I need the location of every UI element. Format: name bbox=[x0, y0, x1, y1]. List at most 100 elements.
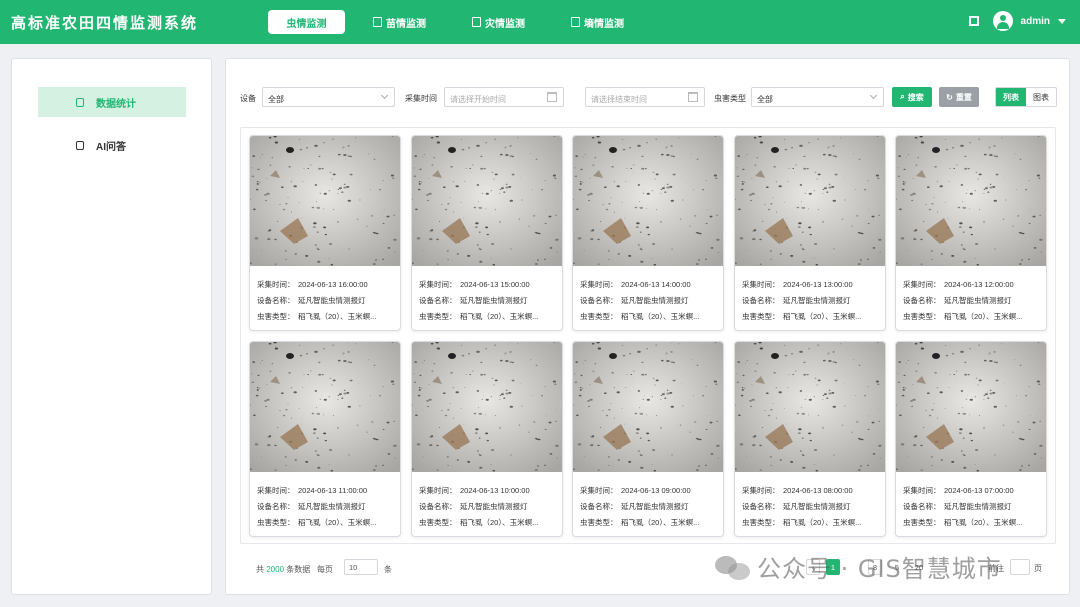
sidebar-item-ai-qa[interactable]: AI问答 bbox=[38, 130, 186, 160]
device-name-label: 设备名称： bbox=[580, 502, 618, 511]
pest-type-select[interactable]: 全部 bbox=[751, 87, 884, 107]
trap-photo[interactable] bbox=[896, 136, 1046, 266]
view-chart-button[interactable]: 图表 bbox=[1026, 88, 1056, 106]
tab-disaster-monitoring[interactable]: 灾情监测 bbox=[454, 10, 543, 34]
tab-label: 苗情监测 bbox=[386, 18, 426, 30]
trap-image-card[interactable]: 采集时间： 2024-06-13 16:00:00 设备名称： 延凡智能虫情测报灯虫害… bbox=[249, 135, 401, 331]
collect-time-row: 采集时间： 2024-06-13 12:00:00 bbox=[903, 277, 1022, 293]
goto-suffix: 页 bbox=[1034, 564, 1042, 573]
trap-photo[interactable] bbox=[735, 136, 885, 266]
tab-pest-monitoring[interactable]: 虫情监测 bbox=[268, 10, 345, 34]
trap-image-card[interactable]: 采集时间： 2024-06-13 14:00:00 设备名称： 延凡智能虫情测报灯 虫害… bbox=[572, 135, 724, 331]
per-page-suffix: 条 bbox=[384, 565, 392, 574]
collect-time-row: 采集时间： 2024-06-13 10:00:00 bbox=[419, 483, 538, 499]
collect-time-value: 2024-06-13 10:00:00 bbox=[460, 486, 530, 495]
trap-image-card[interactable]: 采集时间： 2024-06-13 08:00:00 设备名称： 延凡智能虫情测报灯 虫害… bbox=[734, 341, 886, 537]
collect-time-row: 采集时间： 2024-06-13 15:00:00 bbox=[419, 277, 538, 293]
trap-image-card[interactable]: 采集时间： 2024-06-13 09:00:00 设备名称： 延凡智能虫情测报灯 虫害… bbox=[572, 341, 724, 537]
image-card-grid: 采集时间： 2024-06-13 16:00:00 设备名称： 延凡智能虫情测报灯 虫害… bbox=[240, 127, 1056, 544]
collect-time-label: 采集时间： bbox=[257, 280, 295, 289]
per-page-label: 每页 bbox=[316, 565, 333, 574]
pest-type-value: 全部 bbox=[757, 95, 773, 104]
pest-type-value: 稻飞虱（20）、玉米螟... bbox=[298, 312, 377, 321]
tab-label: 墒情监测 bbox=[584, 18, 624, 30]
trap-photo[interactable] bbox=[735, 342, 885, 472]
device-name-value: 延凡智能虫情测报灯 bbox=[783, 296, 851, 305]
total-count: 共 2000 条数据 每页 bbox=[256, 564, 333, 575]
fullscreen-icon[interactable] bbox=[968, 16, 979, 26]
pest-type-row: 虫害类型： 稻飞虱（20）、玉米螟... bbox=[580, 309, 699, 325]
collect-time-value: 2024-06-13 14:00:00 bbox=[621, 280, 691, 289]
collect-time-label: 采集时间： bbox=[742, 280, 780, 289]
pest-type-value: 稻飞虱（20）、玉米螟... bbox=[944, 518, 1023, 527]
collect-time-row: 采集时间： 2024-06-13 16:00:00 bbox=[257, 277, 376, 293]
pest-type-label: 虫害类型： bbox=[419, 518, 457, 527]
pest-type-label: 虫害类型： bbox=[742, 518, 780, 527]
pest-type-label: 虫害类型： bbox=[580, 518, 618, 527]
trap-photo[interactable] bbox=[573, 342, 723, 472]
goto-page-input[interactable] bbox=[1010, 559, 1030, 575]
end-time-input[interactable]: 请选择结束时间 bbox=[585, 87, 705, 107]
collect-time-label: 采集时间： bbox=[580, 280, 618, 289]
device-name-label: 设备名称： bbox=[419, 502, 457, 511]
collect-time-value: 2024-06-13 08:00:00 bbox=[783, 486, 853, 495]
device-name-value: 延凡智能虫情测报灯 bbox=[298, 502, 366, 511]
trap-image-card[interactable]: 采集时间： 2024-06-13 15:00:00 设备名称： 延凡智能虫情测报灯 虫害… bbox=[411, 135, 563, 331]
trap-photo[interactable] bbox=[412, 136, 562, 266]
device-name-row: 设备名称： 延凡智能虫情测报灯 bbox=[257, 293, 376, 309]
sidebar-item-statistics[interactable]: 数据统计 bbox=[38, 87, 186, 117]
trap-photo[interactable] bbox=[412, 342, 562, 472]
device-name-label: 设备名称： bbox=[903, 502, 941, 511]
device-name-row: 设备名称： 延凡智能虫情测报灯 bbox=[742, 499, 861, 515]
pest-type-row: 虫害类型： 稻飞虱（20）、玉米螟... bbox=[257, 515, 376, 531]
app-title: 高标准农田四情监测系统 bbox=[11, 14, 199, 32]
pest-type-value: 稻飞虱（20）、玉米螟... bbox=[621, 312, 700, 321]
avatar[interactable] bbox=[992, 11, 1013, 31]
watermark-text: 公众号 · GIS智慧城市 bbox=[757, 555, 1002, 583]
collect-time-value: 2024-06-13 11:00:00 bbox=[298, 486, 368, 495]
pest-type-label: 虫害类型： bbox=[580, 312, 618, 321]
trap-photo[interactable] bbox=[250, 342, 400, 472]
main-tabs: 虫情监测 苗情监测 灾情监测 墒情监测 bbox=[268, 10, 642, 34]
collect-time-row: 采集时间： 2024-06-13 07:00:00 bbox=[903, 483, 1022, 499]
card-meta: 采集时间： 2024-06-13 14:00:00 设备名称： 延凡智能虫情测报灯 虫害… bbox=[580, 277, 699, 325]
pest-type-value: 稻飞虱（20）、玉米螟... bbox=[944, 312, 1023, 321]
trap-image-card[interactable]: 采集时间： 2024-06-13 11:00:00 设备名称： 延凡智能虫情测报灯 虫害… bbox=[249, 341, 401, 537]
sidebar-item-label: AI问答 bbox=[96, 141, 126, 153]
pest-type-value: 稻飞虱（20）、玉米螟... bbox=[783, 518, 862, 527]
device-name-label: 设备名称： bbox=[903, 296, 941, 305]
collect-time-value: 2024-06-13 13:00:00 bbox=[783, 280, 853, 289]
start-time-placeholder: 请选择开始时间 bbox=[450, 95, 506, 104]
page-size-select[interactable]: 10 bbox=[344, 559, 378, 575]
device-name-value: 延凡智能虫情测报灯 bbox=[621, 296, 689, 305]
trap-image-card[interactable]: 采集时间： 2024-06-13 13:00:00 设备名称： 延凡智能虫情测报灯 虫害… bbox=[734, 135, 886, 331]
tab-soil-moisture-monitoring[interactable]: 墒情监测 bbox=[553, 10, 642, 34]
total-number: 2000 bbox=[266, 565, 285, 574]
document-icon bbox=[472, 17, 481, 27]
trap-image-card[interactable]: 采集时间： 2024-06-13 10:00:00 设备名称： 延凡智能虫情测报灯 虫害… bbox=[411, 341, 563, 537]
chevron-down-icon[interactable] bbox=[1058, 18, 1066, 24]
user-menu[interactable]: admin bbox=[968, 11, 1066, 31]
trap-image-card[interactable]: 采集时间： 2024-06-13 07:00:00 设备名称： 延凡智能虫情测报灯 虫害… bbox=[895, 341, 1047, 537]
view-list-button[interactable]: 列表 bbox=[996, 88, 1026, 106]
username[interactable]: admin bbox=[1021, 16, 1050, 27]
trap-image-card[interactable]: 采集时间： 2024-06-13 12:00:00 设备名称： 延凡智能虫情测报灯 虫害… bbox=[895, 135, 1047, 331]
device-name-label: 设备名称： bbox=[257, 502, 295, 511]
total-prefix: 共 bbox=[256, 565, 264, 574]
pest-type-row: 虫害类型： 稻飞虱（20）、玉米螟... bbox=[419, 515, 538, 531]
search-button[interactable]: ⌕ 搜索 bbox=[892, 87, 932, 107]
search-icon: ⌕ bbox=[900, 92, 905, 101]
trap-photo[interactable] bbox=[896, 342, 1046, 472]
trap-photo[interactable] bbox=[250, 136, 400, 266]
wechat-logo-icon bbox=[715, 554, 751, 580]
pest-type-value: 稻飞虱（20）、玉米螟... bbox=[621, 518, 700, 527]
reset-button[interactable]: ↻ 重置 bbox=[939, 87, 979, 107]
card-meta: 采集时间： 2024-06-13 16:00:00 设备名称： 延凡智能虫情测报灯虫害… bbox=[257, 277, 376, 325]
chevron-down-icon bbox=[380, 91, 389, 100]
device-select[interactable]: 全部 bbox=[262, 87, 395, 107]
tab-seedling-monitoring[interactable]: 苗情监测 bbox=[355, 10, 444, 34]
collect-time-row: 采集时间： 2024-06-13 09:00:00 bbox=[580, 483, 699, 499]
trap-photo[interactable] bbox=[573, 136, 723, 266]
pest-type-label: 虫害类型： bbox=[257, 312, 295, 321]
start-time-input[interactable]: 请选择开始时间 bbox=[444, 87, 564, 107]
